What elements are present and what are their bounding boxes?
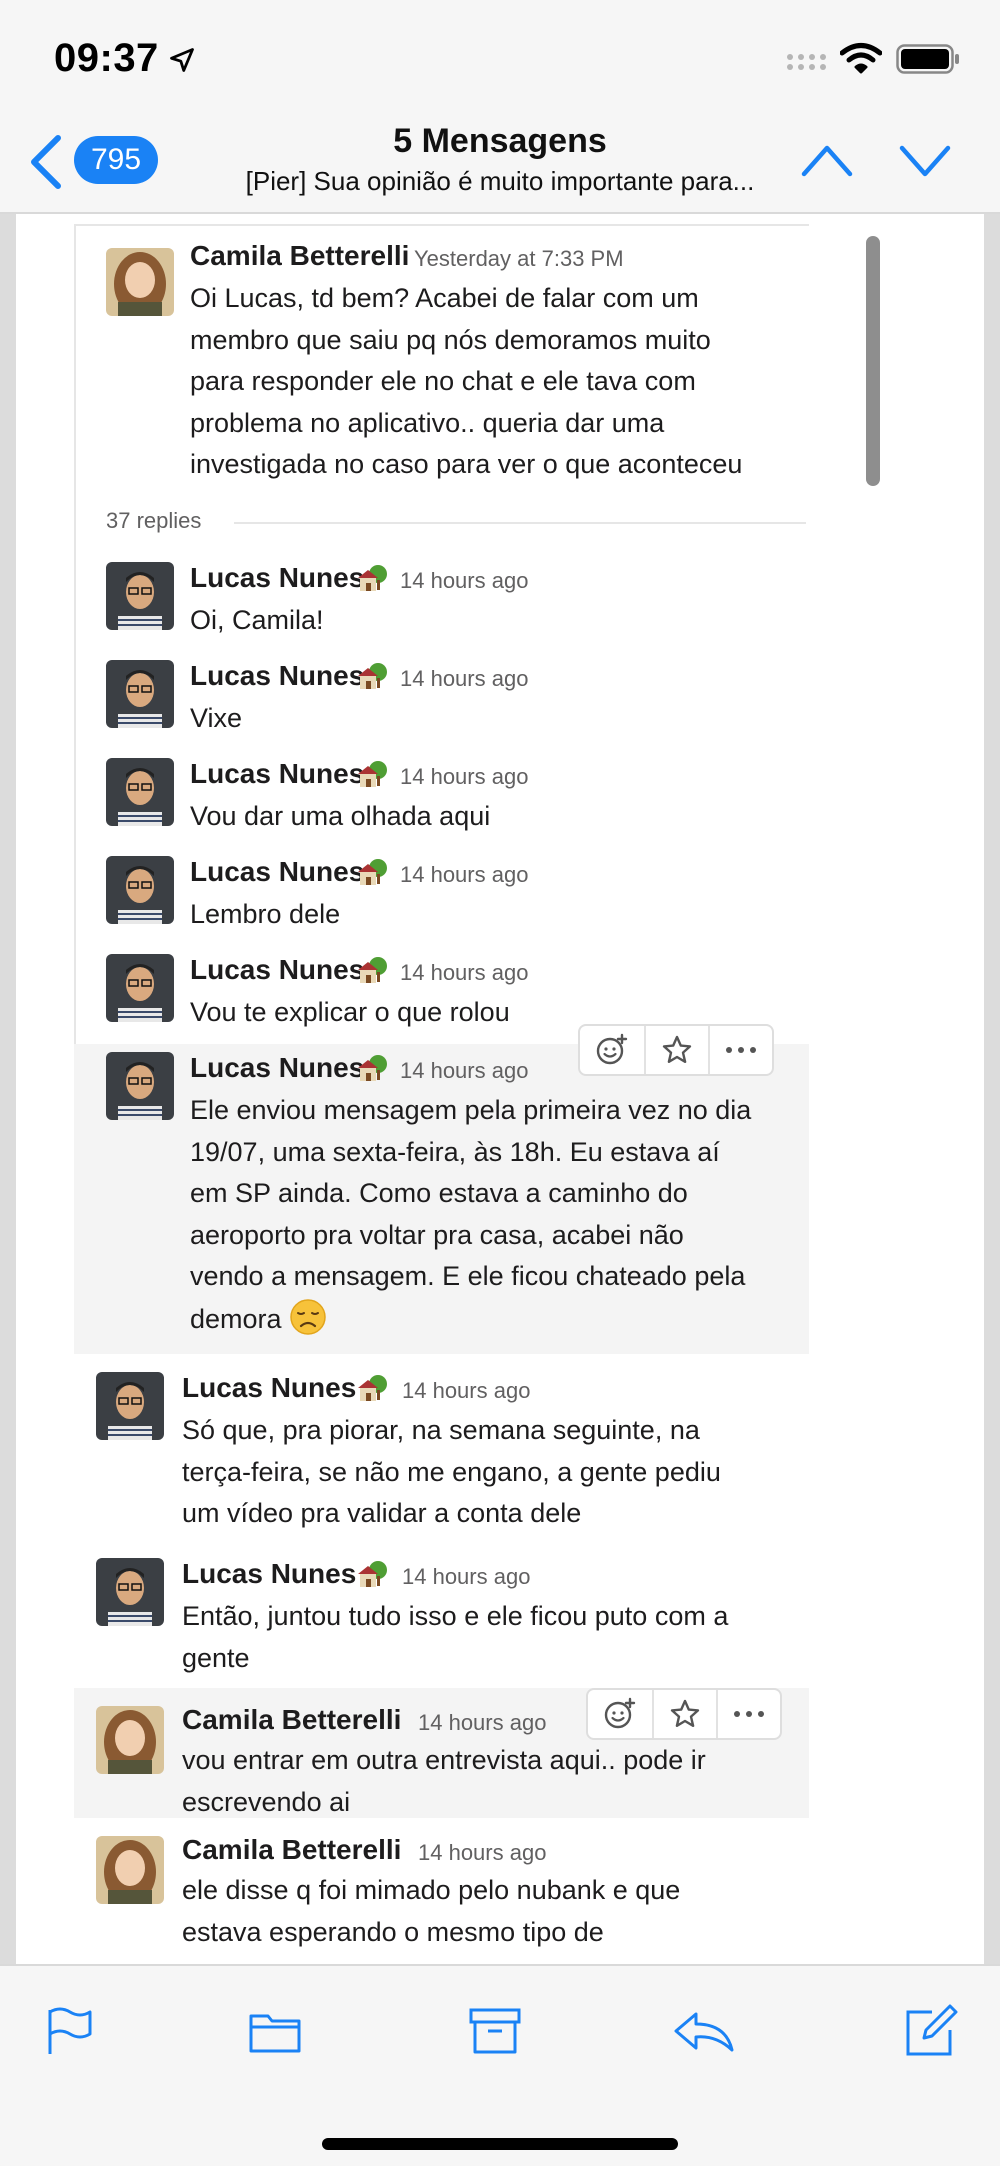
add-reaction-button[interactable]	[588, 1690, 652, 1738]
avatar-lucas	[106, 758, 174, 826]
avatar-camila	[96, 1836, 164, 1904]
message-timestamp[interactable]: 14 hours ago	[402, 1564, 530, 1590]
star-button[interactable]	[644, 1026, 708, 1074]
message-author[interactable]: Lucas Nunes	[190, 660, 364, 692]
star-button[interactable]	[652, 1690, 716, 1738]
email-subject: [Pier] Sua opinião é muito importante pa…	[245, 166, 755, 196]
disappointed-face-icon	[290, 1298, 326, 1335]
star-icon	[662, 1035, 692, 1063]
reply-message: Lucas Nunes 14 hours ago Então, juntou t…	[74, 1540, 809, 1688]
message-text: Vou dar uma olhada aqui	[190, 801, 491, 831]
house-with-garden-icon[interactable]	[356, 760, 388, 790]
house-with-garden-icon[interactable]	[356, 1054, 388, 1084]
status-bar: 09:37	[0, 0, 1000, 120]
home-indicator[interactable]	[322, 2138, 678, 2150]
message-text: Então, juntou tudo isso e ele ficou puto…	[182, 1601, 729, 1673]
more-actions-button[interactable]	[716, 1690, 780, 1738]
message-timestamp[interactable]: 14 hours ago	[400, 764, 528, 790]
previous-message-icon[interactable]	[800, 140, 854, 180]
divider	[74, 224, 809, 226]
cellular-signal-icon	[787, 54, 826, 70]
flag-icon[interactable]	[42, 2004, 96, 2058]
add-reaction-icon	[604, 1697, 636, 1729]
house-with-garden-icon[interactable]	[356, 1560, 388, 1590]
more-icon	[734, 1711, 764, 1717]
status-time: 09:37	[54, 36, 159, 80]
avatar-lucas	[106, 856, 174, 924]
more-icon	[726, 1047, 756, 1053]
replies-count[interactable]: 37 replies	[106, 508, 201, 534]
message-text: Lembro dele	[190, 899, 341, 929]
message-timestamp[interactable]: 14 hours ago	[400, 666, 528, 692]
message-timestamp[interactable]: 14 hours ago	[418, 1710, 546, 1736]
reply-message: Lucas Nunes 14 hours ago Vou dar uma olh…	[74, 752, 809, 850]
location-arrow-icon	[170, 48, 194, 72]
avatar-lucas	[106, 660, 174, 728]
house-with-garden-icon[interactable]	[356, 956, 388, 986]
more-actions-button[interactable]	[708, 1026, 772, 1074]
add-reaction-icon	[596, 1033, 628, 1065]
wifi-icon	[840, 43, 882, 74]
message-timestamp[interactable]: Yesterday at 7:33 PM	[414, 246, 624, 272]
message-timestamp[interactable]: 14 hours ago	[400, 1058, 528, 1084]
archive-icon[interactable]	[468, 2004, 522, 2058]
message-text: Ele enviou mensagem pela primeira vez no…	[190, 1095, 752, 1335]
mail-toolbar	[0, 1964, 1000, 2166]
message-author[interactable]: Lucas Nunes	[190, 1052, 364, 1084]
message-timestamp[interactable]: 14 hours ago	[418, 1840, 546, 1866]
message-text: Oi, Camila!	[190, 605, 324, 635]
avatar-camila	[106, 248, 174, 316]
message-text: vou entrar em outra entrevista aqui.. po…	[182, 1745, 706, 1817]
mail-navigation-bar: 795 5 Mensagens [Pier] Sua opinião é mui…	[0, 120, 1000, 214]
avatar-lucas	[96, 1372, 164, 1440]
battery-icon	[896, 44, 959, 74]
message-timestamp[interactable]: 14 hours ago	[400, 862, 528, 888]
message-timestamp[interactable]: 14 hours ago	[400, 568, 528, 594]
message-author[interactable]: Camila Betterelli	[190, 240, 409, 272]
avatar-lucas	[106, 954, 174, 1022]
reply-message-hovered[interactable]: Lucas Nunes 14 hours ago Ele enviou mens…	[74, 1044, 809, 1354]
message-author[interactable]: Lucas Nunes	[190, 562, 364, 594]
message-author[interactable]: Lucas Nunes	[182, 1372, 356, 1404]
message-text: Oi Lucas, td bem? Acabei de falar com um…	[190, 283, 743, 479]
message-text: Vixe	[190, 703, 243, 733]
message-author[interactable]: Lucas Nunes	[190, 856, 364, 888]
house-with-garden-icon[interactable]	[356, 564, 388, 594]
message-timestamp[interactable]: 14 hours ago	[402, 1378, 530, 1404]
reply-message: Lucas Nunes 14 hours ago Vixe	[74, 654, 809, 752]
email-body[interactable]: Camila Betterelli Yesterday at 7:33 PM O…	[0, 214, 1000, 1964]
message-author[interactable]: Lucas Nunes	[190, 954, 364, 986]
divider	[234, 522, 806, 524]
house-with-garden-icon[interactable]	[356, 662, 388, 692]
reply-message: Lucas Nunes 14 hours ago Só que, pra pio…	[74, 1354, 809, 1540]
message-text: ele disse q foi mimado pelo nubank e que…	[182, 1875, 681, 1947]
folder-icon[interactable]	[248, 2004, 302, 2058]
message-timestamp[interactable]: 14 hours ago	[400, 960, 528, 986]
gutter	[0, 214, 16, 1964]
reply-message: Lucas Nunes 14 hours ago Oi, Camila!	[74, 556, 809, 654]
house-with-garden-icon[interactable]	[356, 858, 388, 888]
compose-icon[interactable]	[904, 2004, 958, 2058]
message-text: Só que, pra piorar, na semana seguinte, …	[182, 1415, 721, 1528]
message-author[interactable]: Camila Betterelli	[182, 1834, 401, 1866]
avatar-lucas	[106, 562, 174, 630]
next-message-icon[interactable]	[898, 140, 952, 180]
message-author[interactable]: Camila Betterelli	[182, 1704, 401, 1736]
message-author[interactable]: Lucas Nunes	[182, 1558, 356, 1590]
reply-message: Lucas Nunes 14 hours ago Lembro dele	[74, 850, 809, 948]
parent-message: Camila Betterelli Yesterday at 7:33 PM O…	[74, 234, 809, 504]
scrollbar[interactable]	[866, 236, 880, 486]
reply-icon[interactable]	[672, 2004, 736, 2058]
message-author[interactable]: Lucas Nunes	[190, 758, 364, 790]
avatar-lucas	[96, 1558, 164, 1626]
star-icon	[670, 1699, 700, 1727]
message-actions-toolbar	[586, 1688, 782, 1740]
house-with-garden-icon[interactable]	[356, 1374, 388, 1404]
reply-message: Camila Betterelli 14 hours ago ele disse…	[74, 1826, 809, 1964]
add-reaction-button[interactable]	[580, 1026, 644, 1074]
avatar-lucas	[106, 1052, 174, 1120]
gutter	[984, 214, 1000, 1964]
avatar-camila	[96, 1706, 164, 1774]
message-actions-toolbar	[578, 1024, 774, 1076]
